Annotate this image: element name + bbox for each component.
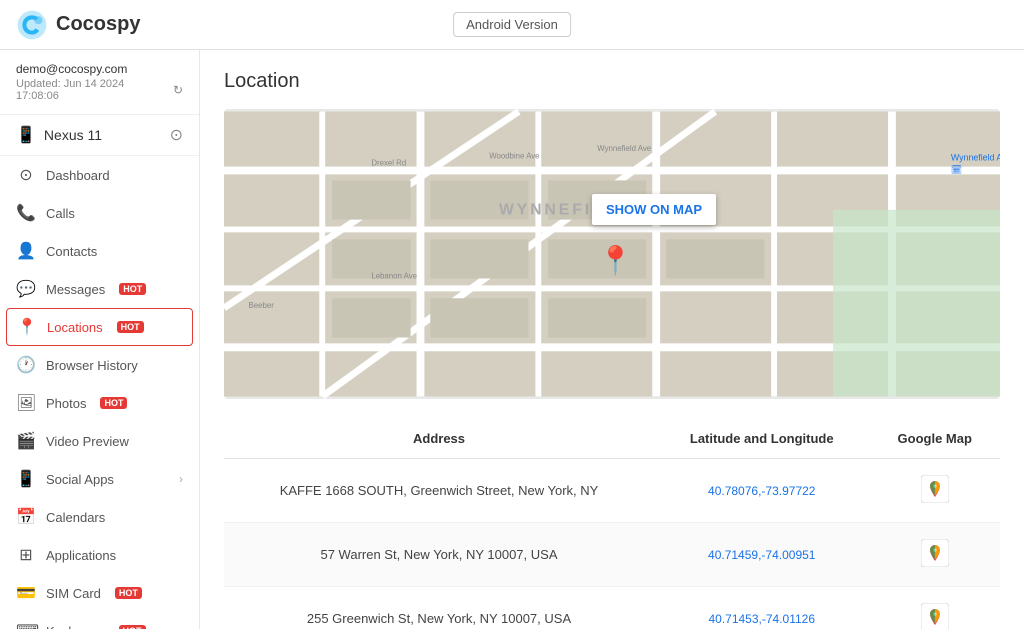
android-version-button[interactable]: Android Version bbox=[453, 12, 571, 37]
locations-label: Locations bbox=[47, 320, 103, 335]
google-maps-icon[interactable] bbox=[921, 539, 949, 567]
phone-icon: 📱 bbox=[16, 125, 36, 145]
map-container: WYNNEFIELD Wynnefield Ave 🗓 Drexel Rd Wo… bbox=[224, 109, 1000, 399]
main-layout: demo@cocospy.com Updated: Jun 14 2024 17… bbox=[0, 50, 1024, 629]
keylogger-icon: ⌨ bbox=[16, 621, 36, 629]
video-preview-icon: 🎬 bbox=[16, 431, 36, 451]
show-on-map-button[interactable]: SHOW ON MAP bbox=[592, 194, 716, 225]
sidebar-item-messages[interactable]: 💬 Messages HOT bbox=[0, 270, 199, 308]
svg-text:Wynnefield Ave: Wynnefield Ave bbox=[951, 153, 1000, 163]
logo-text: Cocospy bbox=[56, 13, 140, 36]
social-apps-arrow: › bbox=[179, 472, 183, 486]
browser-history-label: Browser History bbox=[46, 358, 138, 373]
device-settings-icon[interactable]: ⊙ bbox=[170, 125, 183, 145]
table-row: 57 Warren St, New York, NY 10007, USA 40.… bbox=[224, 523, 1000, 587]
sim-card-icon: 💳 bbox=[16, 583, 36, 603]
sidebar-item-keylogger[interactable]: ⌨ Keylogger HOT bbox=[0, 612, 199, 629]
address-header: Address bbox=[224, 419, 654, 459]
sidebar-item-applications[interactable]: ⊞ Applications bbox=[0, 536, 199, 574]
address-cell: 57 Warren St, New York, NY 10007, USA bbox=[224, 523, 654, 587]
map-pin: 📍 bbox=[598, 244, 633, 277]
sidebar: demo@cocospy.com Updated: Jun 14 2024 17… bbox=[0, 50, 200, 629]
social-apps-icon: 📱 bbox=[16, 469, 36, 489]
google-map-cell[interactable] bbox=[870, 459, 1001, 523]
svg-text:🗓: 🗓 bbox=[951, 164, 962, 174]
social-apps-label: Social Apps bbox=[46, 472, 114, 487]
refresh-icon[interactable]: ↻ bbox=[173, 83, 183, 97]
sidebar-item-social-apps[interactable]: 📱 Social Apps › bbox=[0, 460, 199, 498]
applications-icon: ⊞ bbox=[16, 545, 36, 565]
sidebar-item-photos[interactable]: 🖼 Photos HOT bbox=[0, 384, 199, 422]
sim-card-hot-badge: HOT bbox=[115, 587, 142, 599]
logo-icon bbox=[16, 9, 48, 41]
lat-lng-header: Latitude and Longitude bbox=[654, 419, 870, 459]
contacts-label: Contacts bbox=[46, 244, 97, 259]
device-row: 📱 Nexus 11 ⊙ bbox=[0, 115, 199, 156]
sidebar-item-sim-card[interactable]: 💳 SIM Card HOT bbox=[0, 574, 199, 612]
address-cell: KAFFE 1668 SOUTH, Greenwich Street, New … bbox=[224, 459, 654, 523]
photos-hot-badge: HOT bbox=[100, 397, 127, 409]
keylogger-label: Keylogger bbox=[46, 624, 105, 629]
lat-lng-cell: 40.78076,-73.97722 bbox=[654, 459, 870, 523]
calls-icon: 📞 bbox=[16, 203, 36, 223]
calendars-icon: 📅 bbox=[16, 507, 36, 527]
lat-lng-link[interactable]: 40.71459,-74.00951 bbox=[708, 548, 815, 562]
google-map-cell[interactable] bbox=[870, 587, 1001, 629]
lat-lng-cell: 40.71453,-74.01126 bbox=[654, 587, 870, 629]
sim-card-label: SIM Card bbox=[46, 586, 101, 601]
google-maps-icon[interactable] bbox=[921, 475, 949, 503]
user-email: demo@cocospy.com bbox=[16, 62, 183, 76]
contacts-icon: 👤 bbox=[16, 241, 36, 261]
browser-history-icon: 🕐 bbox=[16, 355, 36, 375]
dashboard-icon: ⊙ bbox=[16, 165, 36, 185]
app-header: Cocospy Android Version bbox=[0, 0, 1024, 50]
dashboard-label: Dashboard bbox=[46, 168, 110, 183]
page-title: Location bbox=[224, 70, 1000, 93]
sidebar-user-info: demo@cocospy.com Updated: Jun 14 2024 17… bbox=[0, 50, 199, 115]
google-map-cell[interactable] bbox=[870, 523, 1001, 587]
svg-text:Woodbine Ave: Woodbine Ave bbox=[489, 152, 540, 161]
lat-lng-link[interactable]: 40.71453,-74.01126 bbox=[708, 612, 815, 626]
lat-lng-cell: 40.71459,-74.00951 bbox=[654, 523, 870, 587]
sidebar-item-calendars[interactable]: 📅 Calendars bbox=[0, 498, 199, 536]
sidebar-item-dashboard[interactable]: ⊙ Dashboard bbox=[0, 156, 199, 194]
messages-hot-badge: HOT bbox=[119, 283, 146, 295]
location-table: Address Latitude and Longitude Google Ma… bbox=[224, 419, 1000, 629]
sidebar-item-video-preview[interactable]: 🎬 Video Preview bbox=[0, 422, 199, 460]
user-updated: Updated: Jun 14 2024 17:08:06 ↻ bbox=[16, 78, 183, 102]
messages-icon: 💬 bbox=[16, 279, 36, 299]
keylogger-hot-badge: HOT bbox=[119, 625, 146, 629]
table-header-row: Address Latitude and Longitude Google Ma… bbox=[224, 419, 1000, 459]
google-map-header: Google Map bbox=[870, 419, 1001, 459]
sidebar-item-locations[interactable]: 📍 Locations HOT bbox=[6, 308, 193, 346]
svg-text:Wynnefield Ave: Wynnefield Ave bbox=[597, 144, 651, 153]
sidebar-item-contacts[interactable]: 👤 Contacts bbox=[0, 232, 199, 270]
sidebar-item-calls[interactable]: 📞 Calls bbox=[0, 194, 199, 232]
nav-menu: ⊙ Dashboard 📞 Calls 👤 Contacts 💬 Messages HOT 📍 Lo… bbox=[0, 156, 199, 629]
photos-icon: 🖼 bbox=[16, 393, 36, 413]
address-cell: 255 Greenwich St, New York, NY 10007, US… bbox=[224, 587, 654, 629]
table-row: 255 Greenwich St, New York, NY 10007, US… bbox=[224, 587, 1000, 629]
locations-icon: 📍 bbox=[17, 317, 37, 337]
svg-text:Beeber: Beeber bbox=[249, 301, 275, 310]
lat-lng-link[interactable]: 40.78076,-73.97722 bbox=[708, 484, 815, 498]
calendars-label: Calendars bbox=[46, 510, 105, 525]
video-preview-label: Video Preview bbox=[46, 434, 129, 449]
messages-label: Messages bbox=[46, 282, 105, 297]
svg-text:Lebanon Ave: Lebanon Ave bbox=[371, 272, 417, 281]
photos-label: Photos bbox=[46, 396, 86, 411]
locations-hot-badge: HOT bbox=[117, 321, 144, 333]
applications-label: Applications bbox=[46, 548, 116, 563]
device-name: 📱 Nexus 11 bbox=[16, 125, 102, 145]
table-row: KAFFE 1668 SOUTH, Greenwich Street, New … bbox=[224, 459, 1000, 523]
sidebar-item-browser-history[interactable]: 🕐 Browser History bbox=[0, 346, 199, 384]
calls-label: Calls bbox=[46, 206, 75, 221]
google-maps-icon[interactable] bbox=[921, 603, 949, 629]
svg-text:Drexel Rd: Drexel Rd bbox=[371, 159, 406, 168]
main-content: Location bbox=[200, 50, 1024, 629]
